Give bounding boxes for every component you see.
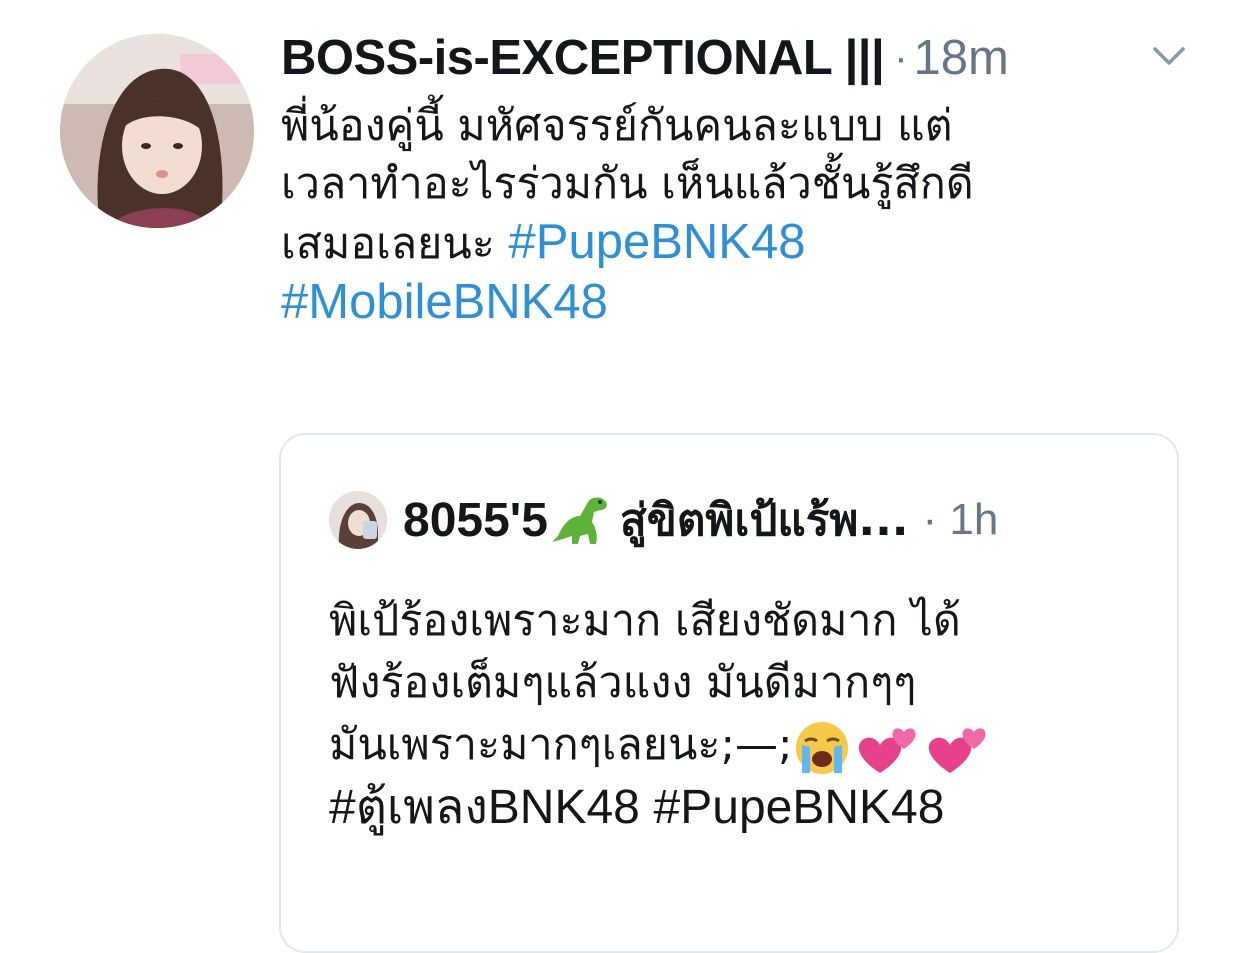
separator-dot: · — [894, 35, 908, 80]
quoted-tweet-header: 8055'5 สู่ขิตพิเป้แร้พ... · 1h — [329, 485, 998, 555]
quoted-text-line: #ตู้เพลงBNK48 #PupeBNK48 — [329, 777, 1169, 840]
timestamp[interactable]: 18m — [914, 30, 1009, 86]
quoted-tweet-card[interactable]: 8055'5 สู่ขิตพิเป้แร้พ... · 1h พิเป้ร้อง… — [279, 433, 1179, 953]
quoted-avatar — [329, 491, 387, 549]
tweet-text-line: พี่น้องคู่นี้ มหัศจรรย์กันคนละแบบ แต่ — [281, 101, 953, 151]
quoted-tweet-text: พิเป้ร้องเพราะมาก เสียงชัดมาก ได้ ฟังร้อ… — [329, 590, 1169, 840]
two-hearts-icon — [929, 727, 987, 773]
tweet-header: BOSS-is-EXCEPTIONAL ||| · 18m — [281, 26, 1009, 90]
loudly-crying-face-icon — [796, 721, 849, 774]
tweet-text-line: เวลาทำอะไรร่วมกัน เห็นแล้วชั้นรู้สึกดี — [281, 159, 974, 209]
avatar[interactable] — [60, 34, 254, 228]
hashtag-link[interactable]: #MobileBNK48 — [281, 275, 608, 329]
quoted-text-line: พิเป้ร้องเพราะมาก เสียงชัดมาก ได้ — [329, 596, 961, 646]
tweet-text-line: เสมอเลยนะ #PupeBNK48 — [281, 215, 806, 269]
tweet-text-line: #MobileBNK48 — [281, 273, 1181, 333]
quoted-text-line: มันเพราะมากๆเลยนะ;—; — [329, 714, 1169, 777]
quoted-hashtag: #ตู้เพลงBNK48 — [329, 780, 640, 834]
tweet-text: พี่น้องคู่นี้ มหัศจรรย์กันคนละแบบ แต่ เว… — [281, 97, 1181, 333]
quoted-timestamp[interactable]: · 1h — [923, 495, 999, 545]
dinosaur-icon — [551, 497, 607, 544]
quoted-hashtag: #PupeBNK48 — [653, 780, 945, 834]
hashtag-link[interactable]: #PupeBNK48 — [509, 215, 806, 269]
quoted-text-line: ฟังร้องเต็มๆแล้วแงง มันดีมากๆๆ — [329, 658, 917, 708]
display-name[interactable]: BOSS-is-EXCEPTIONAL ||| — [281, 30, 885, 86]
two-hearts-icon — [859, 727, 917, 773]
chevron-down-icon[interactable] — [1151, 44, 1187, 68]
quoted-display-name[interactable]: 8055'5 สู่ขิตพิเป้แร้พ... — [403, 485, 909, 555]
